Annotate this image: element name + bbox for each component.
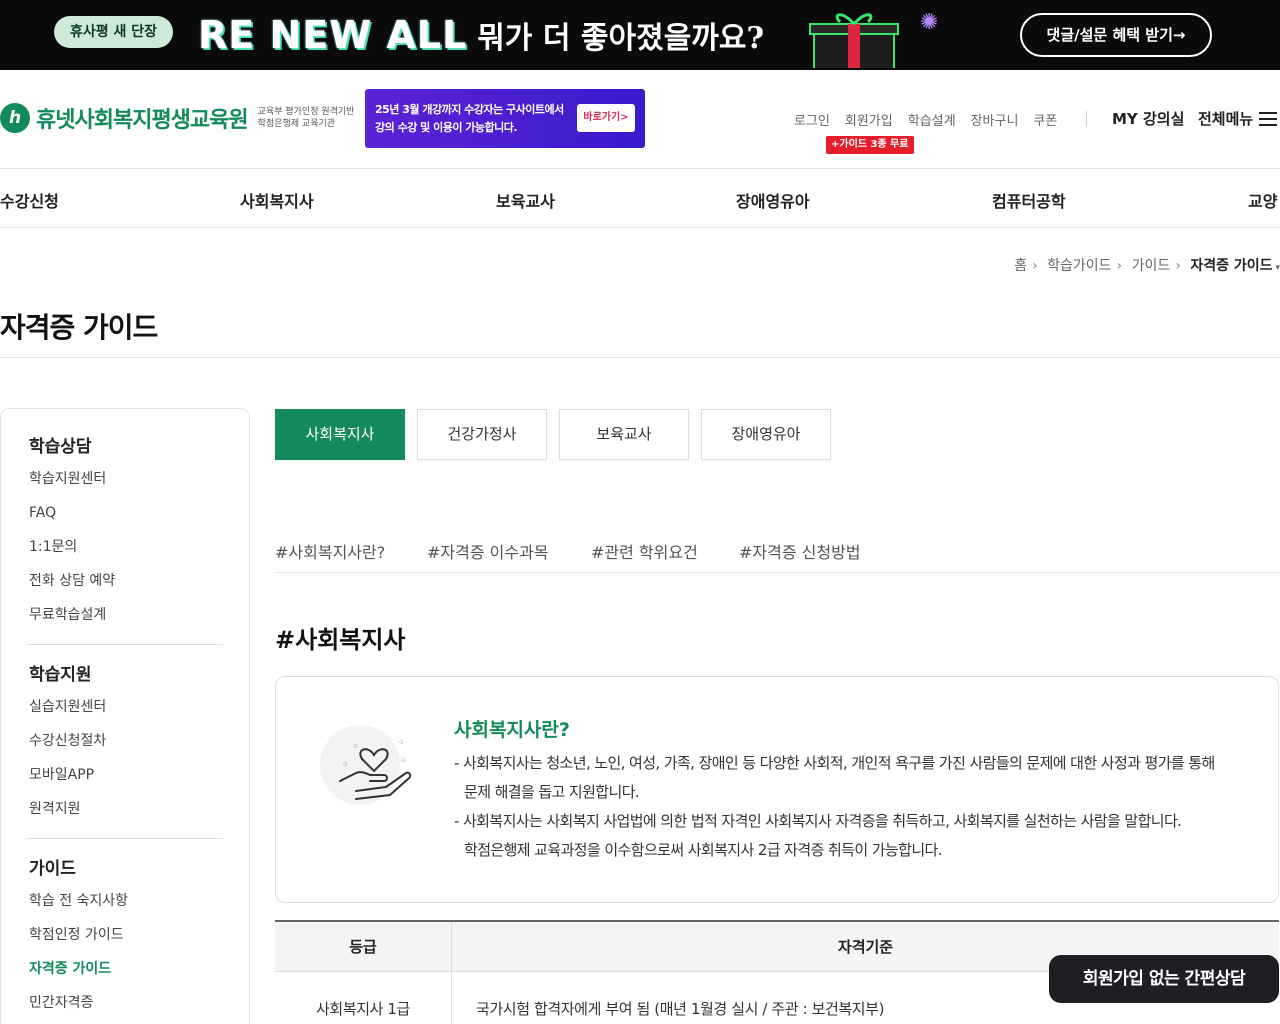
gnb-item-social-worker[interactable]: 사회복지사: [240, 188, 314, 212]
lnb-item[interactable]: 1:1문의: [29, 530, 115, 564]
lnb-item[interactable]: 학점인정 가이드: [29, 918, 128, 952]
card-line: 문제 해결을 돕고 지원합니다.: [464, 783, 640, 801]
site-logo[interactable]: h 휴넷사회복지평생교육원 교육부 평가인정 원격기반 학점은행제 교육기관: [0, 102, 354, 134]
tab-family-health[interactable]: 건강가정사: [417, 409, 547, 460]
old-site-promo-banner[interactable]: 25년 3월 개강까지 수강자는 구사이트에서 강의 수강 및 이용이 가능합니…: [365, 89, 645, 148]
banner-question: 뭐가 더 좋아졌을까요?: [477, 21, 765, 56]
signup-link[interactable]: 회원가입: [845, 110, 893, 129]
svg-text:⁘: ⁘: [398, 738, 405, 747]
section-heading: #사회복지사: [275, 626, 406, 654]
lnb-item[interactable]: 민간자격증: [29, 986, 128, 1020]
promo-line-2: 강의 수강 및 이용이 가능합니다.: [375, 121, 518, 134]
logo-sub-1: 교육부 평가인정 원격기반: [257, 107, 355, 117]
study-plan-link[interactable]: 학습설계: [908, 110, 956, 129]
breadcrumb: 홈 › 학습가이드 › 가이드 › 자격증 가이드 ▾: [1014, 255, 1280, 275]
tab-social-worker[interactable]: 사회복지사: [275, 409, 405, 460]
main-navigation: 수강신청 사회복지사 보육교사 장애영유아 컴퓨터공학 교양: [0, 168, 1280, 228]
tab-disabled-infant[interactable]: 장애영유아: [701, 409, 831, 460]
renew-all-logo: RE NEW ALL: [198, 13, 468, 57]
all-menu-button[interactable]: 전체메뉴: [1198, 108, 1278, 129]
page-title: 자격증 가이드: [0, 311, 158, 344]
chevron-right-icon: ›: [1175, 258, 1181, 274]
lnb-item[interactable]: 학습지원센터: [29, 462, 115, 496]
lnb-item[interactable]: FAQ: [29, 496, 115, 530]
sparkle-icon: ✺: [920, 10, 939, 35]
caret-down-icon[interactable]: ▾: [1275, 263, 1280, 273]
lnb-item[interactable]: 무료학습설계: [29, 598, 115, 632]
login-link[interactable]: 로그인: [794, 110, 830, 129]
svg-text:⁘: ⁘: [352, 742, 359, 751]
gnb-item-childcare[interactable]: 보육교사: [496, 188, 555, 212]
info-card: ⁘ ⁘ ⁘ ⁘ 사회복지사란? - 사회복지사는 청소년, 노인, 여성, 가족…: [275, 676, 1279, 903]
chevron-right-icon: ›: [1116, 258, 1123, 274]
gnb-item-liberal-arts[interactable]: 교양: [1248, 188, 1277, 212]
lnb-group-title: 학습상담: [29, 437, 92, 457]
promo-text: 25년 3월 개강까지 수강자는 구사이트에서 강의 수강 및 이용이 가능합니…: [375, 101, 564, 137]
lnb-item[interactable]: 원격지원: [29, 792, 106, 826]
card-title: 사회복지사란?: [454, 719, 570, 741]
card-line: - 사회복지사는 사회복지 사업법에 의한 법적 자격인 사회복지사 자격증을 …: [454, 812, 1182, 830]
section-anchor-links: #사회복지사란? #자격증 이수과목 #관련 학위요건 #자격증 신청방법: [275, 539, 1280, 573]
lnb-item[interactable]: 실습지원센터: [29, 690, 106, 724]
table-cell-criteria: 국가시험 합격자에게 부여 됨 (매년 1월경 실시 / 주관 : 보건복지부): [476, 1000, 885, 1018]
lnb-item[interactable]: 수강신청절차: [29, 724, 106, 758]
signup-badge: +가이드 3종 무료: [826, 136, 914, 154]
coupon-link[interactable]: 쿠폰: [1033, 110, 1057, 129]
banner-headline: RE NEW ALL 뭐가 더 좋아졌을까요?: [198, 12, 764, 58]
quick-consult-button[interactable]: 회원가입 없는 간편상담: [1049, 955, 1279, 1003]
site-header: h 휴넷사회복지평생교육원 교육부 평가인정 원격기반 학점은행제 교육기관 2…: [0, 70, 1280, 168]
table-cell-grade: 사회복지사 1급: [316, 1000, 410, 1018]
hamburger-icon: [1259, 111, 1278, 126]
card-line: 학점은행제 교육과정을 이수함으로써 사회복지사 2급 자격증 취득이 가능합니…: [464, 841, 943, 859]
tab-childcare-teacher[interactable]: 보육교사: [559, 409, 689, 460]
anchor-link[interactable]: #자격증 이수과목: [427, 539, 549, 563]
util-divider: [1086, 111, 1087, 127]
my-classroom-link[interactable]: MY 강의실: [1112, 108, 1184, 129]
lnb-group-title: 학습지원: [29, 665, 92, 685]
gnb-item-computer[interactable]: 컴퓨터공학: [992, 188, 1066, 212]
gift-box-icon: [809, 13, 899, 68]
table-header-grade: 등급: [349, 938, 377, 956]
svg-text:⁘: ⁘: [342, 760, 349, 769]
banner-pill: 휴사평 새 단장: [54, 16, 174, 48]
chevron-right-icon: ›: [1032, 258, 1038, 274]
cart-link[interactable]: 장바구니: [971, 110, 1019, 129]
gnb-item-enroll[interactable]: 수강신청: [0, 188, 59, 212]
top-event-banner[interactable]: 휴사평 새 단장 RE NEW ALL 뭐가 더 좋아졌을까요? ✺ 댓글/설문…: [0, 0, 1280, 70]
breadcrumb-current[interactable]: 자격증 가이드: [1190, 258, 1272, 274]
logo-sub-2: 학점은행제 교육기관: [257, 119, 336, 129]
card-line: - 사회복지사는 청소년, 노인, 여성, 가족, 장애인 등 다양한 사회적,…: [454, 754, 1215, 772]
lnb-divider: [27, 644, 223, 645]
breadcrumb-home[interactable]: 홈: [1014, 258, 1027, 274]
svg-text:⁘: ⁘: [400, 756, 407, 765]
pill-new: 새 단장: [113, 24, 158, 40]
promo-line-1: 25년 3월 개강까지 수강자는 구사이트에서: [375, 103, 564, 116]
lnb-group-title: 가이드: [29, 859, 76, 879]
heart-hand-icon: ⁘ ⁘ ⁘ ⁘: [316, 715, 416, 810]
lnb-group-guide: 가이드 학습 전 숙지사항 학점인정 가이드 자격증 가이드 민간자격증: [29, 854, 128, 1020]
lnb-item[interactable]: 모바일APP: [29, 758, 106, 792]
logo-mark-icon: h: [0, 103, 30, 133]
lnb-item[interactable]: 전화 상담 예약: [29, 564, 115, 598]
breadcrumb-study-guide[interactable]: 학습가이드: [1047, 258, 1111, 274]
anchor-link[interactable]: #관련 학위요건: [591, 539, 698, 563]
logo-subtitle: 교육부 평가인정 원격기반 학점은행제 교육기관: [258, 106, 355, 130]
anchor-link[interactable]: #자격증 신청방법: [739, 539, 861, 563]
lnb-item-active[interactable]: 자격증 가이드: [29, 952, 128, 986]
lnb-item[interactable]: 학습 전 숙지사항: [29, 884, 128, 918]
anchor-link[interactable]: #사회복지사란?: [275, 539, 385, 563]
lnb-divider: [27, 838, 223, 839]
gnb-item-disabled-infant[interactable]: 장애영유아: [736, 188, 810, 212]
title-divider: [0, 357, 1280, 358]
promo-go-button[interactable]: 바로가기>: [577, 104, 635, 132]
lnb-group-consult: 학습상담 학습지원센터 FAQ 1:1문의 전화 상담 예약 무료학습설계: [29, 432, 115, 632]
all-menu-label: 전체메뉴: [1198, 110, 1254, 128]
banner-cta-button[interactable]: 댓글/설문 혜택 받기→: [1020, 13, 1212, 57]
utility-menu: 로그인 회원가입 학습설계 장바구니 쿠폰: [794, 110, 1072, 129]
table-column-divider: [451, 922, 452, 1024]
pill-prefix: 휴사평: [70, 24, 109, 40]
breadcrumb-guide[interactable]: 가이드: [1132, 258, 1171, 274]
logo-text: 휴넷사회복지평생교육원: [36, 108, 249, 133]
lnb-group-support: 학습지원 실습지원센터 수강신청절차 모바일APP 원격지원: [29, 660, 106, 826]
